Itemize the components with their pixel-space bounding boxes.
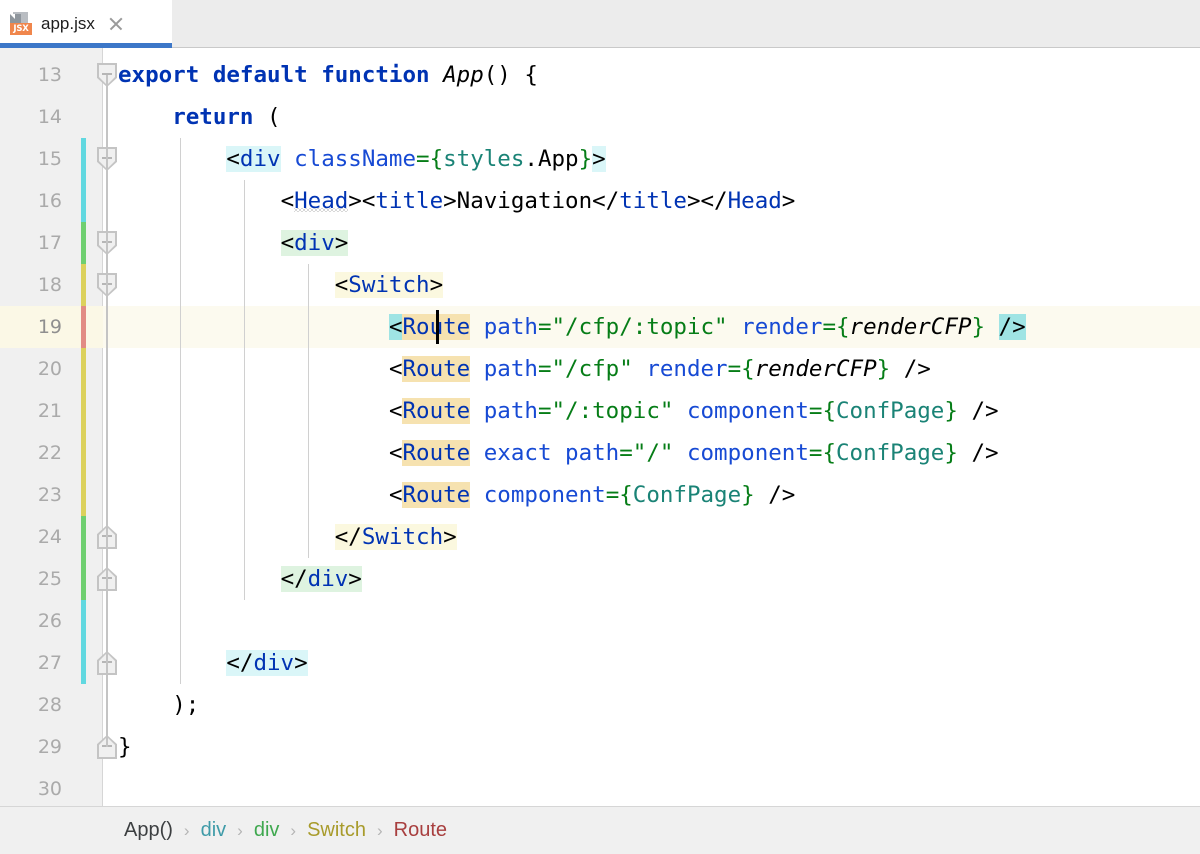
editor-tab-bar: JSX app.jsx [0,0,1200,48]
code-line[interactable]: <Route exact path="/" component={ConfPag… [118,432,999,474]
code-line[interactable]: </div> [118,642,308,684]
code-line[interactable]: export default function App() { [118,54,538,96]
breadcrumb: App() › div › div › Switch › Route [0,806,1200,854]
code-line[interactable]: } [118,726,132,768]
breadcrumb-item-div[interactable]: div [254,819,280,842]
line-number: 30 [0,768,62,806]
close-icon[interactable] [107,15,125,33]
code-line[interactable]: <Route path="/cfp" render={renderCFP} /> [118,348,931,390]
vcs-change-marker[interactable] [81,474,86,516]
fold-region-stem [106,285,108,537]
line-number: 26 [0,600,62,642]
breadcrumb-item-div[interactable]: div [201,819,227,842]
vcs-change-marker[interactable] [81,390,86,432]
code-line[interactable]: <Route path="/cfp/:topic" render={render… [118,306,1026,348]
code-line[interactable]: </Switch> [118,516,457,558]
line-number: 27 [0,642,62,684]
text-caret [436,310,439,344]
tab-filename-label: app.jsx [41,14,95,34]
line-number: 13 [0,54,62,96]
line-number: 24 [0,516,62,558]
line-number: 20 [0,348,62,390]
tab-app-jsx[interactable]: JSX app.jsx [0,0,172,48]
vcs-change-marker[interactable] [81,180,86,222]
code-editor[interactable]: 131415161718192021222324252627282930 exp… [0,48,1200,806]
line-number: 21 [0,390,62,432]
code-line[interactable]: <Head><title>Navigation</title></Head> [118,180,795,222]
code-line[interactable]: return ( [118,96,281,138]
code-line[interactable]: </div> [118,558,362,600]
vcs-change-marker[interactable] [81,642,86,684]
editor-line-row[interactable]: 29 [0,726,1200,768]
vcs-change-marker[interactable] [81,222,86,264]
code-line[interactable]: <Route path="/:topic" component={ConfPag… [118,390,999,432]
line-number: 17 [0,222,62,264]
vcs-change-marker[interactable] [81,306,86,348]
jsx-badge-label: JSX [10,23,32,35]
line-number: 25 [0,558,62,600]
vcs-change-marker[interactable] [81,432,86,474]
code-line[interactable]: ); [118,684,199,726]
line-number: 15 [0,138,62,180]
breadcrumb-item-app[interactable]: App() [124,819,173,842]
vcs-change-marker[interactable] [81,138,86,180]
vcs-change-marker[interactable] [81,558,86,600]
breadcrumb-separator-icon: › [377,821,383,841]
code-line[interactable]: <div className={styles.App}> [118,138,606,180]
breadcrumb-separator-icon: › [290,821,296,841]
code-line[interactable]: <div> [118,222,348,264]
breadcrumb-item-route[interactable]: Route [394,819,447,842]
line-number: 22 [0,432,62,474]
line-number: 23 [0,474,62,516]
breadcrumb-separator-icon: › [237,821,243,841]
vcs-change-marker[interactable] [81,264,86,306]
code-line[interactable]: <Route component={ConfPage} /> [118,474,795,516]
jsx-file-icon: JSX [10,12,32,36]
line-number: 19 [0,306,62,348]
line-number: 18 [0,264,62,306]
line-number: 16 [0,180,62,222]
editor-line-row[interactable]: 30 [0,768,1200,806]
vcs-change-marker[interactable] [81,348,86,390]
line-number: 14 [0,96,62,138]
breadcrumb-item-switch[interactable]: Switch [307,819,366,842]
breadcrumb-separator-icon: › [184,821,190,841]
vcs-change-marker[interactable] [81,600,86,642]
vcs-change-marker[interactable] [81,516,86,558]
line-number: 29 [0,726,62,768]
line-number: 28 [0,684,62,726]
code-line[interactable]: <Switch> [118,264,443,306]
